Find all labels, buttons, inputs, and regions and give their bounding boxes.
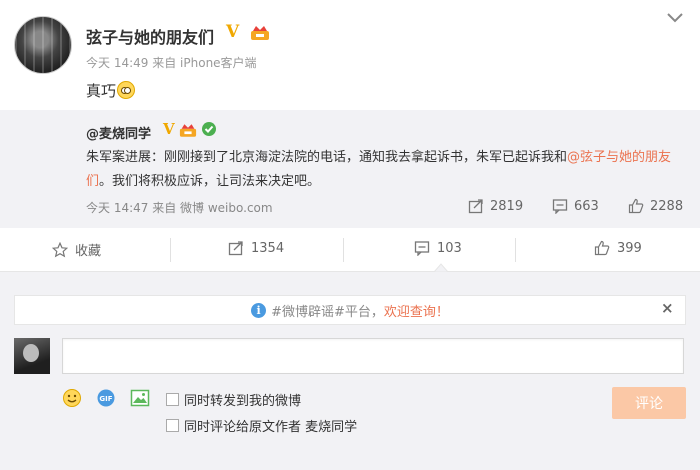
checkbox[interactable] [166, 419, 179, 432]
image-icon[interactable] [130, 388, 150, 408]
repost-to-my-weibo-option[interactable]: 同时转发到我的微博 [166, 390, 301, 409]
info-icon: i [251, 302, 267, 318]
like-count: 399 [617, 240, 642, 256]
post-text-content: 真巧 [86, 82, 117, 100]
verified-icon: V [226, 22, 240, 42]
comment-input[interactable] [62, 338, 684, 374]
gif-icon[interactable]: GIF [96, 388, 116, 408]
repost-option-label: 同时转发到我的微博 [184, 394, 302, 409]
repost-text-part1: 朱军案进展：刚刚接到了北京海淀法院的电话，通知我去拿起诉书，朱军已起诉我和 [86, 150, 568, 165]
panel-pointer [434, 263, 448, 272]
repost-comment-count[interactable]: 663 [552, 198, 599, 214]
repost-comment-count-text: 663 [574, 198, 599, 214]
repost-button[interactable]: 1354 [228, 240, 284, 256]
thumbs-up-icon [594, 240, 610, 256]
close-icon[interactable]: × [661, 299, 674, 317]
post-meta: 今天 14:49 来自 iPhone客户端 [86, 54, 257, 71]
notice-link[interactable]: 欢迎查询！ [384, 301, 449, 320]
post-time[interactable]: 今天 14:49 [86, 56, 148, 70]
repost-like-count[interactable]: 2288 [628, 198, 683, 214]
like-button[interactable]: 399 [594, 240, 642, 256]
crown-badge-icon [251, 26, 269, 40]
submit-comment-button[interactable]: 评论 [612, 387, 686, 419]
favorite-label: 收藏 [75, 244, 102, 259]
notice-text: #微博辟谣#平台， [271, 304, 384, 320]
repost-verified-icon: V [163, 120, 175, 138]
rumor-notice: i #微博辟谣#平台， 欢迎查询！ [14, 295, 686, 325]
comment-icon [552, 199, 568, 214]
repost-repost-count[interactable]: 2819 [468, 198, 523, 214]
repost-time[interactable]: 今天 14:47 [86, 201, 148, 215]
current-user-avatar [14, 338, 50, 374]
repost-count: 1354 [251, 240, 285, 256]
comment-button[interactable]: 103 [414, 240, 462, 256]
divider [343, 238, 344, 262]
post-source: 来自 iPhone客户端 [152, 56, 257, 70]
favorite-button[interactable]: 收藏 [52, 240, 101, 259]
author-avatar[interactable] [14, 16, 72, 74]
divider [515, 238, 516, 262]
comment-count: 103 [437, 240, 462, 256]
chevron-down-icon[interactable] [666, 12, 684, 24]
comment-icon [414, 241, 430, 256]
repost-author[interactable]: @麦烧同学 [86, 123, 151, 142]
emoji-icon [117, 81, 136, 99]
star-icon [52, 241, 68, 257]
author-name[interactable]: 弦子与她的朋友们 [86, 24, 214, 48]
repost-text-part2: 。我们将积极应诉，让司法来决定吧。 [99, 174, 321, 189]
repost-icon [468, 199, 483, 214]
repost-text: 朱军案进展：刚刚接到了北京海淀法院的电话，通知我去拿起诉书，朱军已起诉我和@弦子… [86, 146, 676, 194]
post-text: 真巧 [86, 80, 136, 101]
repost-like-count-text: 2288 [650, 198, 684, 214]
checkbox[interactable] [166, 393, 179, 406]
comment-author-option-label: 同时评论给原文作者 麦烧同学 [184, 420, 358, 435]
divider [170, 238, 171, 262]
member-badge-icon [202, 122, 216, 136]
repost-source: 来自 微博 weibo.com [152, 201, 273, 215]
repost-repost-count-text: 2819 [490, 198, 524, 214]
repost-icon [228, 241, 243, 256]
comment-to-author-option[interactable]: 同时评论给原文作者 麦烧同学 [166, 416, 357, 435]
emoji-picker-icon[interactable] [62, 388, 82, 408]
repost-meta: 今天 14:47 来自 微博 weibo.com [86, 199, 273, 216]
svg-text:GIF: GIF [99, 395, 112, 403]
repost-crown-icon [179, 124, 197, 137]
thumbs-up-icon [628, 198, 644, 214]
